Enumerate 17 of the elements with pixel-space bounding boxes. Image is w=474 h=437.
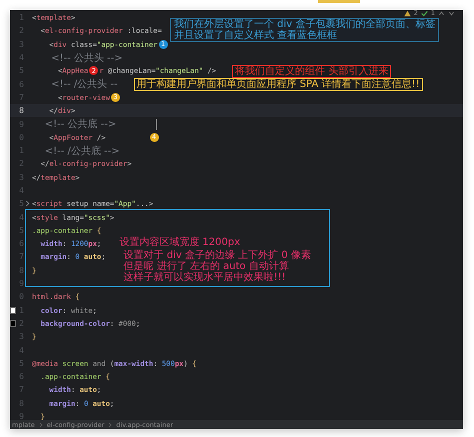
chevron-up-icon[interactable] xyxy=(438,10,445,17)
code-comment: <!-- 公共底 --> xyxy=(44,118,116,132)
chevron-icon xyxy=(108,422,112,428)
annotation-callout: 我们在外层设置了一个 div 盒子包裹我们的全部页面、标签 并且设置了自定义样式 查看蓝色框框 xyxy=(170,18,440,42)
annotation-note: 设置内容区域宽度 1200px xyxy=(118,237,242,248)
chevron-down-icon[interactable] xyxy=(448,10,455,17)
line-number: 8 xyxy=(18,106,24,116)
code-comment: <!-- /公共头 -- xyxy=(50,78,118,92)
code-comment: <!-- 公共头 --> xyxy=(50,52,123,65)
code-comment: <!-- /公共底 --> xyxy=(44,144,120,158)
annotation-note: 用于构建用户界面和单页面应用程序 SPA 详情看下面注意信息!! xyxy=(134,78,423,91)
check-icon xyxy=(420,10,428,17)
tab-indicator xyxy=(318,0,360,3)
annotation-note: 设置对于 div 盒子的边缘 上下外扩 0 像素 但是呢 进行了 左右的 auto 自动计算 这样子就可以实现水平居中效果啦!!! xyxy=(122,250,312,284)
chevron-icon xyxy=(38,422,43,428)
annotation-note: 将我们自定义的组件 头部引入进来 xyxy=(232,64,392,78)
fold-icon[interactable] xyxy=(24,200,30,208)
